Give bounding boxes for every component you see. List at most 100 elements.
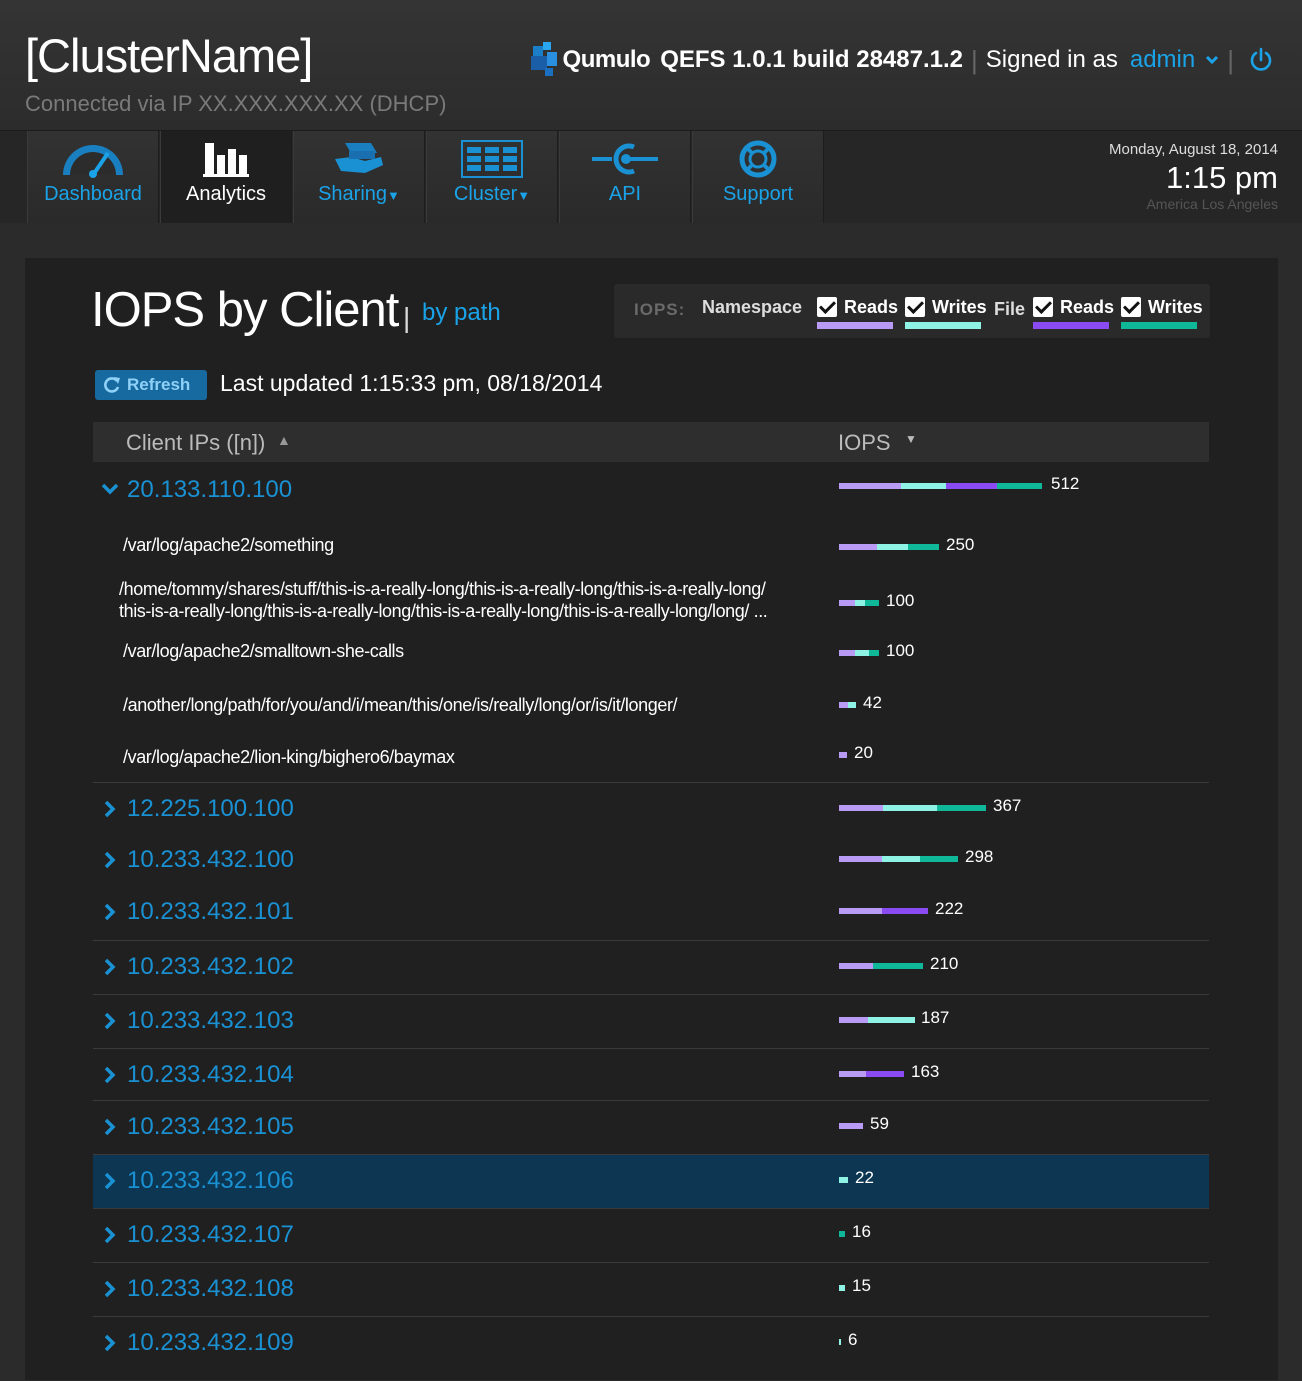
checkbox-icon[interactable] bbox=[1121, 297, 1141, 317]
caret-down-icon: ▼ bbox=[517, 188, 531, 203]
column-iops[interactable]: IOPS bbox=[838, 430, 891, 456]
iops-bar-segment bbox=[839, 805, 883, 811]
client-row[interactable]: 10.233.432.107 16 bbox=[93, 1208, 1209, 1263]
iops-bar-segment bbox=[908, 544, 939, 550]
client-ip-link[interactable]: 10.233.432.106 bbox=[127, 1167, 294, 1195]
iops-value: 22 bbox=[855, 1168, 874, 1187]
iops-value: 16 bbox=[852, 1222, 871, 1241]
client-row[interactable]: 10.233.432.104 163 bbox=[93, 1048, 1209, 1101]
chevron-down-icon[interactable] bbox=[101, 480, 119, 498]
tab-cluster[interactable]: Cluster▼ bbox=[426, 131, 558, 223]
iops-legend: IOPS: Namespace Reads Writes File Reads … bbox=[614, 284, 1210, 338]
tab-api[interactable]: API bbox=[559, 131, 691, 223]
client-row[interactable]: 10.233.432.109 6 bbox=[93, 1316, 1209, 1381]
client-row-expanded[interactable]: 20.133.110.100 512/var/log/apache2/someth… bbox=[93, 462, 1209, 782]
iops-bar bbox=[839, 856, 958, 862]
path-label: /var/log/apache2/something bbox=[123, 535, 334, 555]
iops-value: 250 bbox=[946, 535, 975, 554]
client-ip-link[interactable]: 10.233.432.107 bbox=[127, 1221, 294, 1249]
api-plug-icon bbox=[592, 143, 658, 175]
checkbox-icon[interactable] bbox=[817, 297, 837, 317]
client-row[interactable]: 10.233.432.106 22 bbox=[93, 1154, 1209, 1209]
user-menu[interactable]: admin bbox=[1130, 46, 1195, 74]
path-item[interactable]: /var/log/apache2/smalltown-she-calls bbox=[123, 640, 404, 662]
path-label: /home/tommy/shares/stuff/this-is-a-reall… bbox=[119, 579, 766, 599]
chevron-right-icon[interactable] bbox=[101, 1172, 119, 1190]
client-ip-link[interactable]: 10.233.432.108 bbox=[127, 1275, 294, 1303]
iops-bar-segment bbox=[839, 702, 848, 708]
iops-value: 20 bbox=[854, 743, 873, 762]
timezone-label: America Los Angeles bbox=[1146, 196, 1278, 212]
iops-value: 15 bbox=[852, 1276, 871, 1295]
chevron-right-icon[interactable] bbox=[101, 851, 119, 869]
chevron-right-icon[interactable] bbox=[101, 1066, 119, 1084]
checkbox-icon[interactable] bbox=[905, 297, 925, 317]
iops-value: 187 bbox=[921, 1008, 950, 1027]
clock: Monday, August 18, 2014 1:15 pm America … bbox=[1109, 141, 1278, 212]
chevron-right-icon[interactable] bbox=[101, 1226, 119, 1244]
iops-bar-segment bbox=[855, 650, 869, 656]
sort-icon[interactable]: ▲ bbox=[277, 432, 291, 448]
client-ip-link[interactable]: 10.233.432.105 bbox=[127, 1113, 294, 1141]
client-ip-link[interactable]: 10.233.432.100 bbox=[127, 846, 294, 874]
iops-value: 367 bbox=[993, 796, 1022, 815]
client-ip-link[interactable]: 20.133.110.100 bbox=[127, 476, 292, 504]
server-rack-icon bbox=[461, 140, 523, 178]
column-client-ips[interactable]: Client IPs ([n]) bbox=[126, 430, 265, 456]
client-row[interactable]: 10.233.432.103 187 bbox=[93, 994, 1209, 1049]
chevron-right-icon[interactable] bbox=[101, 1118, 119, 1136]
path-item[interactable]: /var/log/apache2/something bbox=[123, 534, 334, 556]
tab-analytics[interactable]: Analytics bbox=[160, 131, 292, 223]
client-ip-link[interactable]: 10.233.432.101 bbox=[127, 898, 294, 926]
client-row[interactable]: 10.233.432.100 298 bbox=[93, 834, 1209, 886]
tab-support[interactable]: Support bbox=[692, 131, 824, 223]
iops-bar-segment bbox=[866, 1071, 904, 1077]
tab-sharing[interactable]: Sharing▼ bbox=[293, 131, 425, 223]
legend-namespace-label: Namespace bbox=[702, 297, 803, 317]
last-updated: Last updated 1:15:33 pm, 08/18/2014 bbox=[220, 370, 603, 396]
client-ip-link[interactable]: 10.233.432.102 bbox=[127, 953, 294, 981]
refresh-button[interactable]: Refresh bbox=[95, 370, 207, 400]
client-ip-link[interactable]: 10.233.432.104 bbox=[127, 1061, 294, 1089]
chevron-right-icon[interactable] bbox=[101, 958, 119, 976]
client-row[interactable]: 12.225.100.100 367 bbox=[93, 782, 1209, 835]
path-label: /var/log/apache2/lion-king/bighero6/baym… bbox=[123, 747, 455, 767]
iops-bar-segment bbox=[865, 600, 879, 606]
path-item[interactable]: /home/tommy/shares/stuff/this-is-a-reall… bbox=[119, 578, 768, 622]
by-path-link[interactable]: by path bbox=[422, 299, 501, 327]
chevron-right-icon[interactable] bbox=[101, 800, 119, 818]
path-item[interactable]: /another/long/path/for/you/and/i/mean/th… bbox=[123, 694, 678, 716]
chevron-right-icon[interactable] bbox=[101, 1280, 119, 1298]
iops-bar-segment bbox=[868, 1017, 915, 1023]
chevron-down-icon[interactable] bbox=[1205, 55, 1219, 65]
chevron-right-icon[interactable] bbox=[101, 1334, 119, 1352]
client-row[interactable]: 10.233.432.105 59 bbox=[93, 1100, 1209, 1155]
brand-name: Qumulo bbox=[562, 46, 651, 73]
client-row[interactable]: 10.233.432.101 222 bbox=[93, 886, 1209, 940]
iops-value: 42 bbox=[863, 693, 882, 712]
iops-bar-segment bbox=[839, 908, 882, 914]
legend-prefix: IOPS: bbox=[634, 300, 686, 319]
power-icon[interactable] bbox=[1248, 47, 1274, 73]
refresh-icon bbox=[104, 377, 120, 393]
client-ip-link[interactable]: 10.233.432.109 bbox=[127, 1329, 294, 1357]
client-row[interactable]: 10.233.432.102 210 bbox=[93, 940, 1209, 995]
iops-bar-segment bbox=[839, 544, 877, 550]
chevron-right-icon[interactable] bbox=[101, 1012, 119, 1030]
iops-bar bbox=[839, 1339, 841, 1345]
caret-down-icon: ▼ bbox=[387, 188, 400, 203]
connection-info: Connected via IP XX.XXX.XXX.XX (DHCP) bbox=[25, 91, 447, 116]
client-ip-link[interactable]: 10.233.432.103 bbox=[127, 1007, 294, 1035]
brand-bar: Qumulo QEFS 1.0.1 build 28487.1.2 | Sign… bbox=[529, 42, 1274, 78]
sort-desc-icon[interactable]: ▼ bbox=[905, 432, 917, 446]
client-row[interactable]: 10.233.432.108 15 bbox=[93, 1262, 1209, 1317]
iops-bar bbox=[839, 702, 856, 708]
iops-bar-segment bbox=[839, 1231, 845, 1237]
path-label: /another/long/path/for/you/and/i/mean/th… bbox=[123, 695, 678, 715]
chevron-right-icon[interactable] bbox=[101, 903, 119, 921]
checkbox-icon[interactable] bbox=[1033, 297, 1053, 317]
path-item[interactable]: /var/log/apache2/lion-king/bighero6/baym… bbox=[123, 746, 455, 768]
tab-dashboard[interactable]: Dashboard bbox=[27, 131, 159, 223]
iops-bar-segment bbox=[839, 650, 855, 656]
client-ip-link[interactable]: 12.225.100.100 bbox=[127, 795, 294, 823]
